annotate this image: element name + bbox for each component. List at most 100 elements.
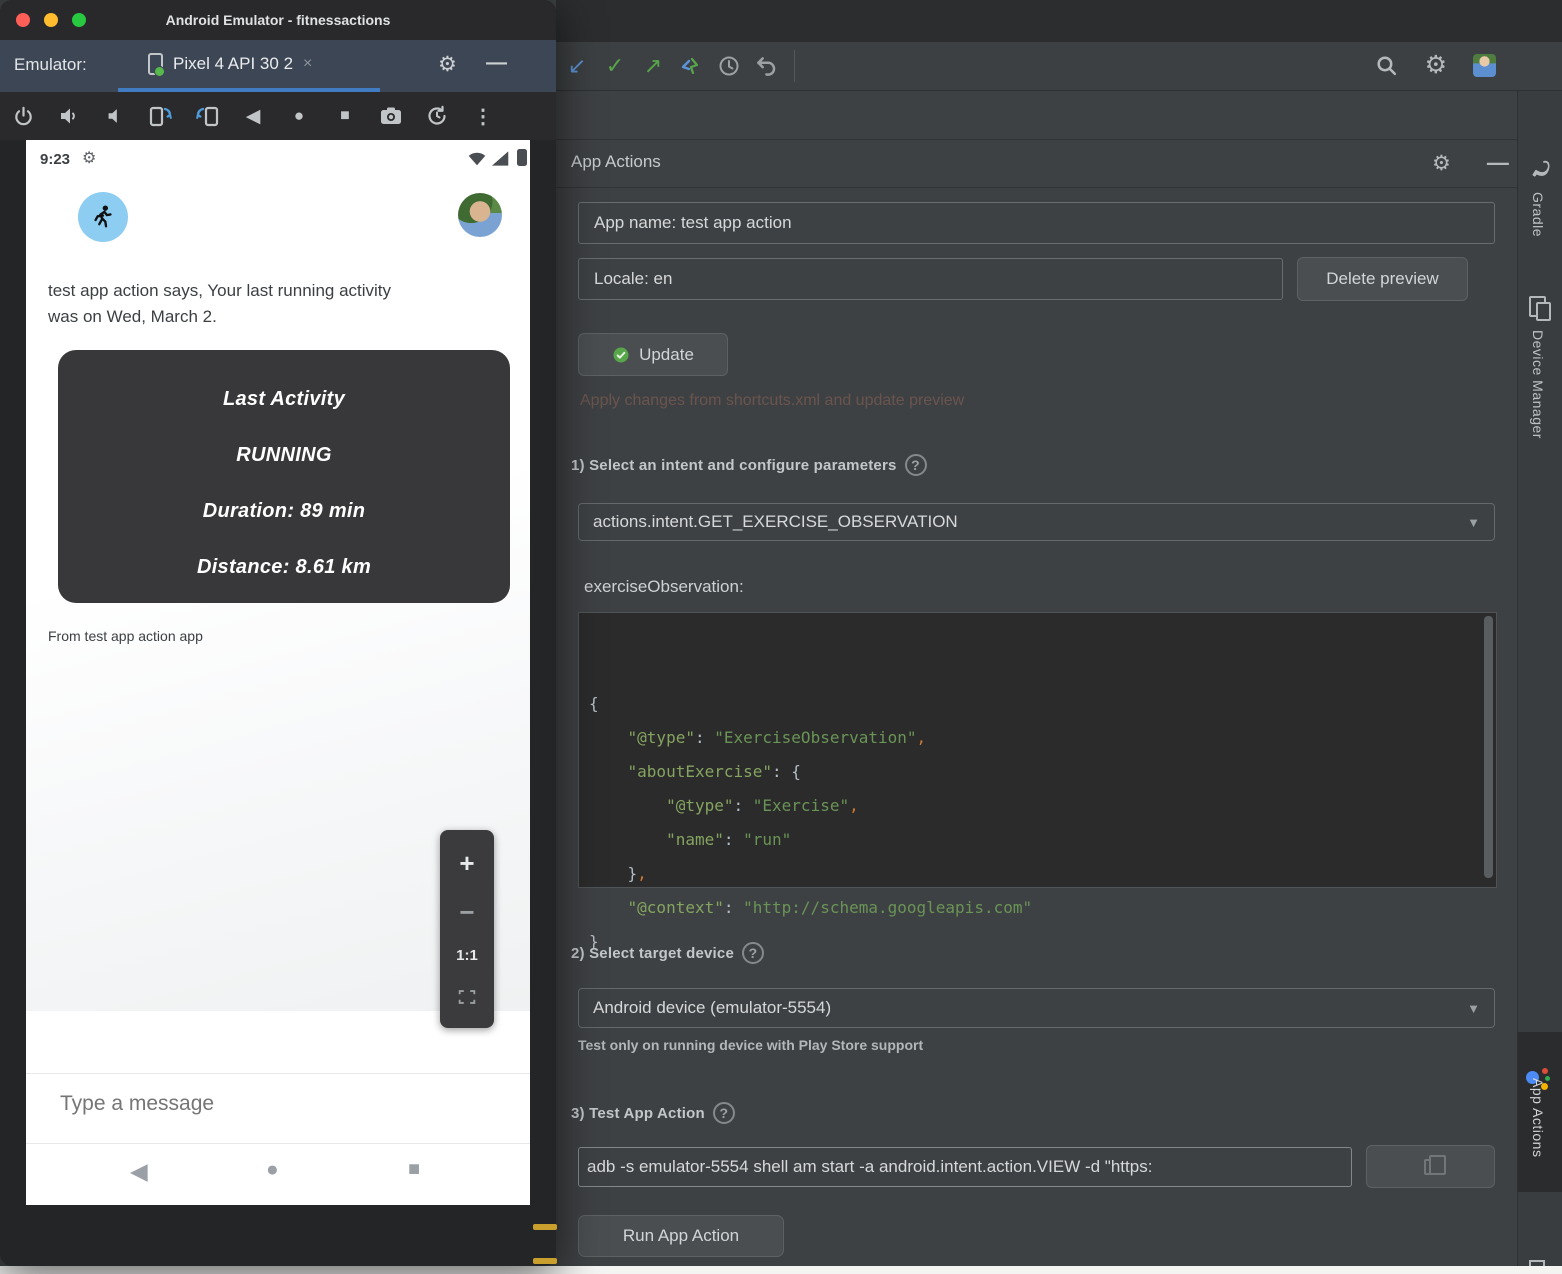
zoom-out-button[interactable]: −: [459, 899, 474, 925]
update-button[interactable]: Update: [578, 333, 728, 376]
sidebar-tab-gradle[interactable]: Gradle: [1530, 192, 1546, 237]
close-traffic-light[interactable]: [16, 13, 30, 27]
sidebar-tab-app-actions[interactable]: App Actions: [1530, 1078, 1546, 1157]
chevron-down-icon: ▼: [1467, 515, 1480, 530]
zoom-in-button[interactable]: +: [459, 850, 474, 876]
back-icon[interactable]: ◀: [230, 105, 276, 128]
tab-close-icon[interactable]: ×: [303, 55, 312, 73]
device-tab-label: Pixel 4 API 30 2: [173, 54, 293, 74]
rotate-right-icon[interactable]: [184, 104, 230, 128]
emulator-gear-icon[interactable]: ⚙: [438, 52, 457, 77]
wifi-icon: [468, 151, 486, 166]
volume-up-icon[interactable]: [46, 104, 92, 128]
emulator-control-bar: ◀ ● ■ ⋮: [0, 92, 556, 140]
divider: [26, 1073, 530, 1074]
zoom-ratio-button[interactable]: 1:1: [456, 948, 478, 963]
update-hint-text: Apply changes from shortcuts.xml and upd…: [580, 392, 964, 410]
user-avatar: [458, 193, 502, 237]
source-caption: From test app action app: [48, 628, 203, 644]
commit-check-icon[interactable]: ✓: [596, 51, 634, 81]
chevron-down-icon: ▼: [1467, 1001, 1480, 1016]
card-title: Last Activity: [58, 388, 510, 411]
card-distance: Distance: 8.61 km: [58, 556, 510, 579]
json-editor[interactable]: { "@type": "ExerciseObservation", "about…: [578, 612, 1497, 888]
minimize-traffic-light[interactable]: [44, 13, 58, 27]
virtual-device-icon: [148, 53, 163, 75]
app-avatar: [78, 192, 128, 242]
nav-back-icon[interactable]: ◀: [130, 1158, 148, 1185]
device-hint-text: Test only on running device with Play St…: [578, 1037, 923, 1053]
device-manager-icon[interactable]: [1529, 296, 1549, 318]
panel-minimize-icon[interactable]: —: [1487, 150, 1509, 176]
intent-dropdown[interactable]: actions.intent.GET_EXERCISE_OBSERVATION …: [578, 503, 1495, 541]
gold-marker-top: [533, 1224, 557, 1230]
emulator-window: Android Emulator - fitnessactions Emulat…: [0, 0, 556, 1266]
zoom-traffic-light[interactable]: [72, 13, 86, 27]
param-label: exerciseObservation:: [584, 577, 744, 597]
step2-help-icon[interactable]: ?: [742, 942, 764, 964]
battery-icon: [517, 149, 527, 166]
screenshot-root: ↙ ✓ ↗ ⚙: [0, 0, 1562, 1274]
step1-label: 1) Select an intent and configure parame…: [571, 454, 927, 476]
rotate-left-icon[interactable]: [138, 104, 184, 128]
locale-field[interactable]: [578, 258, 1283, 300]
desktop-strip: [0, 1266, 1562, 1274]
update-project-icon[interactable]: ↙: [558, 51, 596, 81]
settings-gear-icon[interactable]: ⚙: [1425, 50, 1447, 80]
more-options-icon[interactable]: ⋮: [460, 104, 506, 129]
profile-avatar[interactable]: [1473, 54, 1496, 77]
emulator-titlebar[interactable]: Android Emulator - fitnessactions: [0, 0, 556, 40]
home-icon[interactable]: ●: [276, 106, 322, 126]
panel-title: App Actions: [571, 152, 661, 172]
adb-command-field[interactable]: [578, 1147, 1352, 1187]
app-name-field[interactable]: [578, 202, 1495, 244]
device-dropdown[interactable]: Android device (emulator-5554) ▼: [578, 988, 1495, 1028]
power-icon[interactable]: [0, 105, 46, 128]
sidebar-tab-device-manager[interactable]: Device Manager: [1530, 330, 1546, 439]
panel-gear-icon[interactable]: ⚙: [1432, 151, 1451, 176]
activity-card[interactable]: Last Activity RUNNING Duration: 89 min D…: [58, 350, 510, 603]
apply-changes-icon[interactable]: [672, 51, 710, 81]
studio-top-strip: [556, 0, 1562, 42]
emulator-minimize-icon[interactable]: —: [486, 51, 507, 75]
step1-help-icon[interactable]: ?: [905, 454, 927, 476]
screenshot-camera-icon[interactable]: [368, 105, 414, 127]
editor-scrollbar[interactable]: [1484, 616, 1493, 878]
nav-home-icon[interactable]: ●: [266, 1158, 279, 1182]
volume-down-icon[interactable]: [92, 105, 138, 127]
panel-header-divider: [556, 187, 1517, 188]
step3-help-icon[interactable]: ?: [713, 1102, 735, 1124]
nav-overview-icon[interactable]: ■: [408, 1158, 420, 1181]
json-editor-code: { "@type": "ExerciseObservation", "about…: [589, 687, 1496, 959]
emulator-label: Emulator:: [14, 55, 87, 75]
runner-icon: [89, 203, 117, 231]
device-tab[interactable]: Pixel 4 API 30 2 ×: [148, 53, 312, 75]
card-duration: Duration: 89 min: [58, 500, 510, 523]
search-icon[interactable]: [1374, 53, 1399, 78]
card-activity: RUNNING: [58, 444, 510, 467]
assistant-message: test app action says, Your last running …: [48, 278, 468, 329]
push-arrow-icon[interactable]: ↗: [634, 51, 672, 81]
snapshots-icon[interactable]: [414, 104, 460, 128]
fit-screen-icon[interactable]: [456, 986, 478, 1008]
rollback-undo-icon[interactable]: [748, 51, 786, 81]
update-check-icon: [612, 346, 630, 364]
message-input[interactable]: [60, 1092, 360, 1116]
history-clock-icon[interactable]: [710, 51, 748, 81]
copy-command-button[interactable]: [1366, 1145, 1495, 1188]
copy-icon: [1424, 1159, 1437, 1175]
emulator-tab-bar: Emulator: Pixel 4 API 30 2 × ⚙ —: [0, 40, 556, 92]
status-time: 9:23: [40, 151, 70, 168]
overview-icon[interactable]: ■: [322, 107, 368, 125]
status-gear-icon: ⚙: [82, 148, 96, 168]
toolbar-separator: [794, 50, 795, 82]
delete-preview-button[interactable]: Delete preview: [1297, 257, 1468, 301]
divider: [26, 1143, 530, 1144]
gradle-icon[interactable]: [1527, 158, 1553, 180]
window-title: Android Emulator - fitnessactions: [166, 12, 391, 28]
signal-icon: [492, 151, 509, 166]
step3-label: 3) Test App Action ?: [571, 1102, 735, 1124]
phone-screen: 9:23 ⚙ test app action says, Your last: [26, 140, 530, 1205]
run-app-action-button[interactable]: Run App Action: [578, 1215, 784, 1257]
gold-marker-bottom: [533, 1258, 557, 1264]
